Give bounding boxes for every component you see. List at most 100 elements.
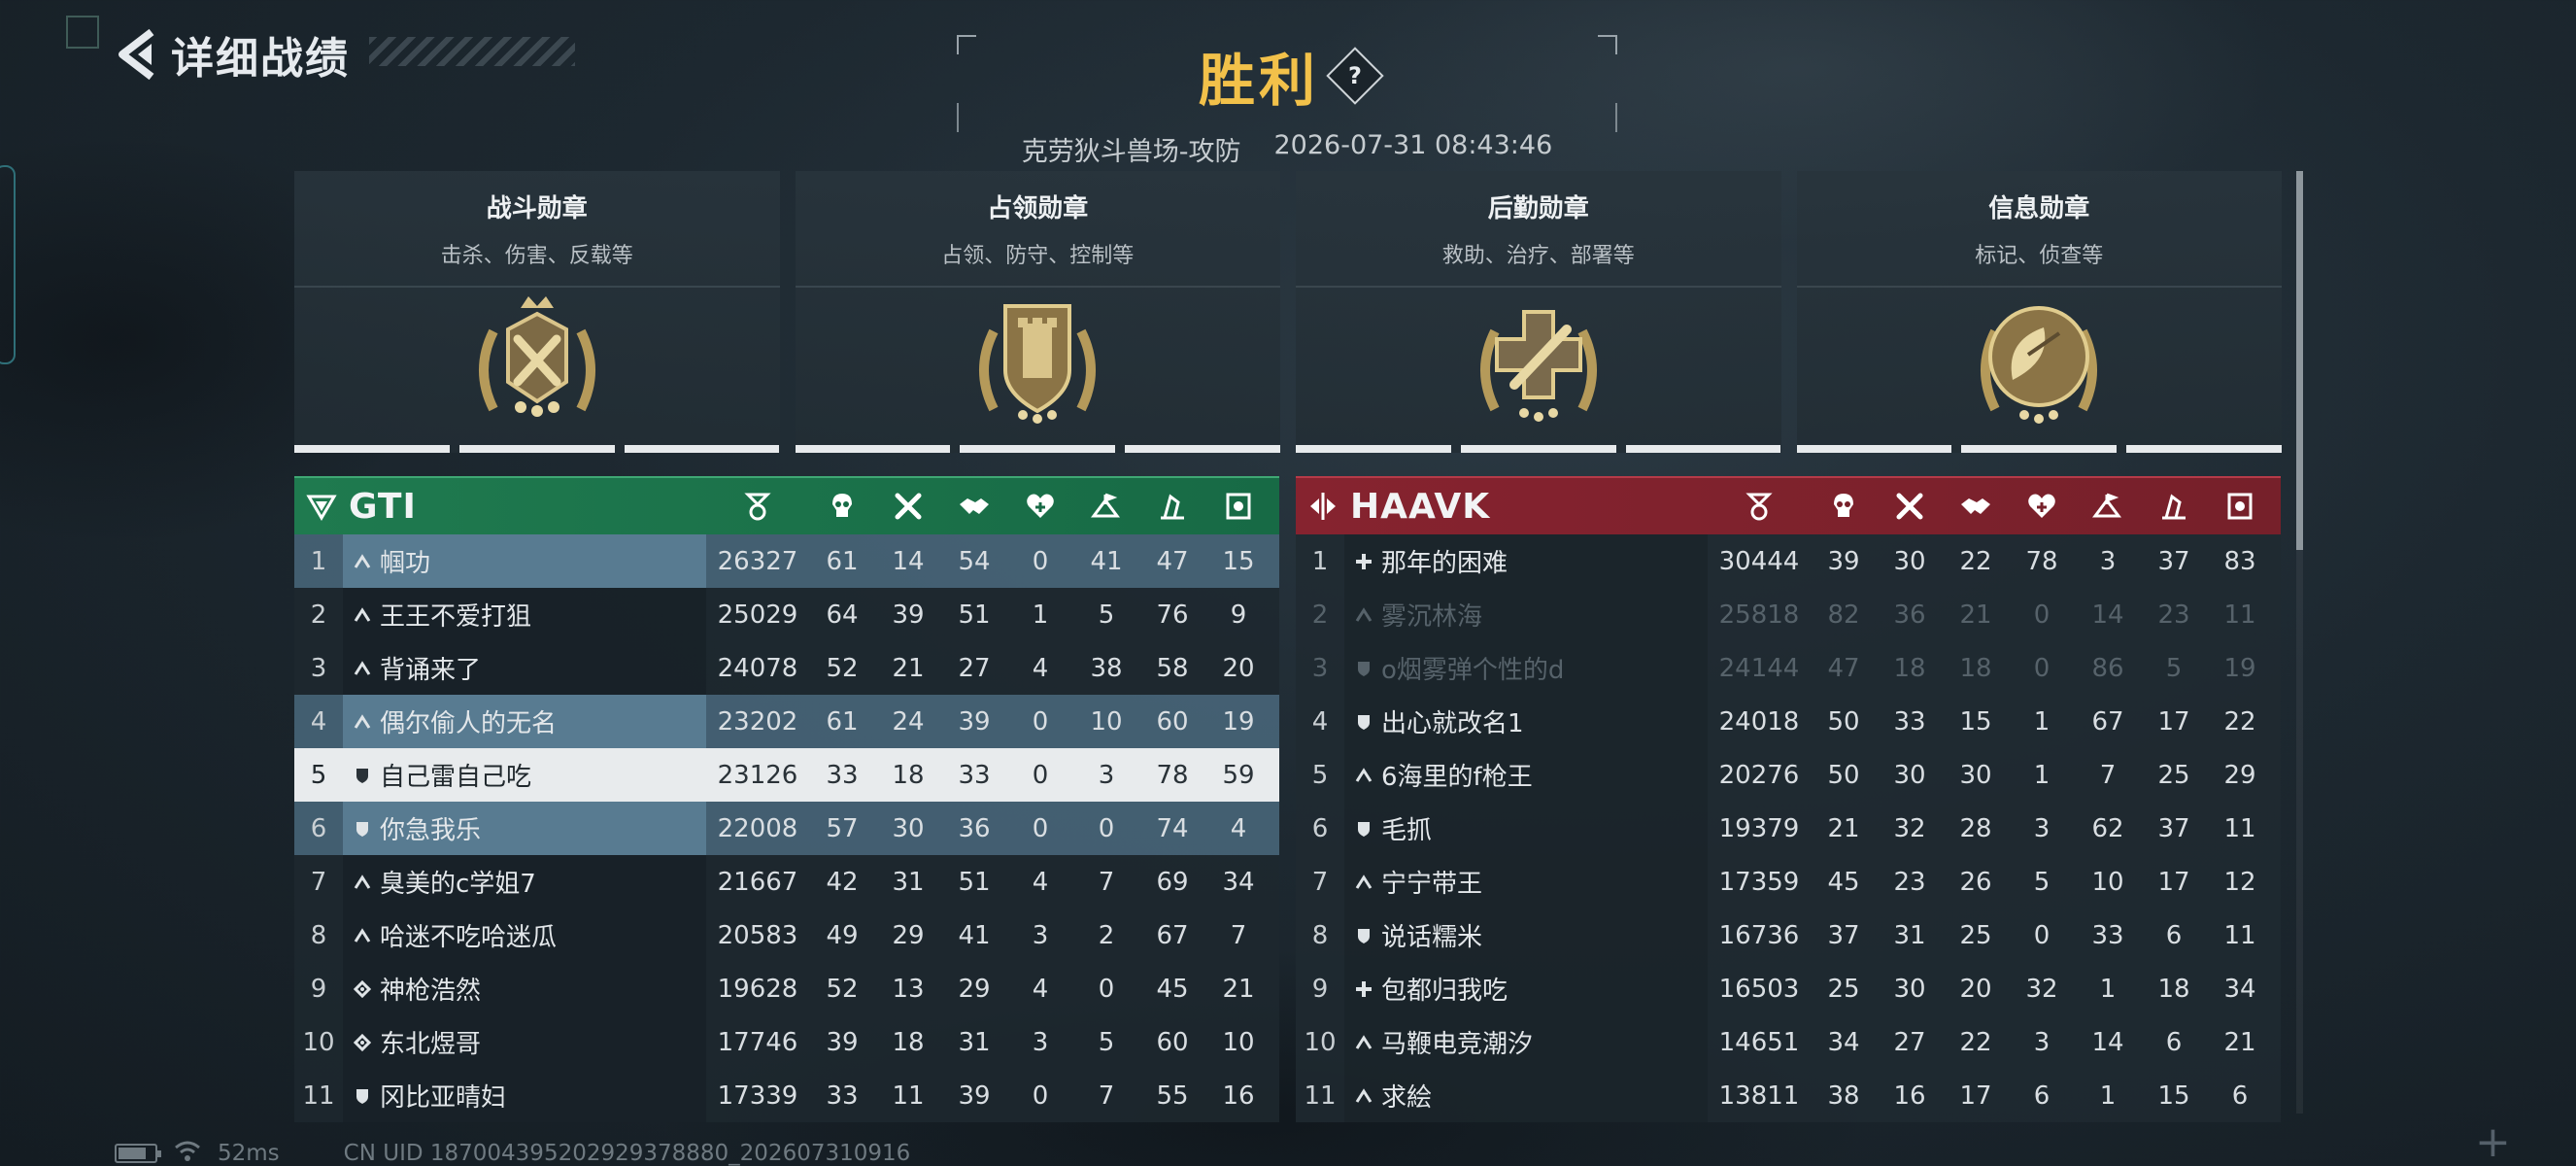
- player-cell[interactable]: 包都归我吃: [1344, 962, 1708, 1015]
- revives-value: 3: [1032, 1027, 1049, 1057]
- scrollbar[interactable]: [2296, 171, 2303, 1114]
- player-row[interactable]: 4 出心就改名1 24018 50 33 15 1 67 17 22: [1296, 695, 2281, 748]
- player-cell[interactable]: 哈迷不吃哈迷瓜: [343, 909, 706, 962]
- player-row[interactable]: 7 宁宁带王 17359 45 23 26 5 10 17 12: [1296, 855, 2281, 909]
- player-row[interactable]: 10 东北煜哥 17746 39 18 31 3 5 60 10: [294, 1015, 1279, 1069]
- captures-icon[interactable]: [2075, 491, 2141, 522]
- engineer-class-icon: [353, 1086, 372, 1106]
- player-cell[interactable]: 求絵: [1344, 1069, 1708, 1122]
- player-cell[interactable]: 雾沉林海: [1344, 588, 1708, 641]
- medal-card-intel[interactable]: 信息勋章 标记、侦查等: [1796, 171, 2282, 453]
- crossed-swords-medal-icon: [294, 288, 780, 433]
- medal-card-capture[interactable]: 占领勋章 占领、防守、控制等: [795, 171, 1280, 453]
- medal-card-logistics[interactable]: 后勤勋章 救助、治疗、部署等: [1296, 171, 1781, 453]
- rank: 2: [1311, 600, 1329, 630]
- deaths-value: 36: [1893, 600, 1926, 630]
- deaths-value: 39: [892, 600, 925, 630]
- deaths-value: 14: [892, 546, 925, 576]
- player-row[interactable]: 6 你急我乐 22008 57 30 36 0 0 74 4: [294, 802, 1279, 855]
- scrollbar-thumb[interactable]: [2296, 171, 2303, 550]
- player-row[interactable]: 5 自己雷自己吃 23126 33 18 33 0 3 78 59: [294, 748, 1279, 802]
- rank: 6: [1311, 813, 1329, 843]
- player-row[interactable]: 8 哈迷不吃哈迷瓜 20583 49 29 41 3 2 67 7: [294, 909, 1279, 962]
- kills-value: 82: [1827, 600, 1860, 630]
- player-row[interactable]: 6 毛抓 19379 21 32 28 3 62 37 11: [1296, 802, 2281, 855]
- player-row[interactable]: 11 求絵 13811 38 16 17 6 1 15 6: [1296, 1069, 2281, 1122]
- player-row[interactable]: 1 那年的困难 30444 39 30 22 78 3 37 83: [1296, 534, 2281, 588]
- player-row[interactable]: 3 背诵来了 24078 52 21 27 4 38 58 20: [294, 641, 1279, 695]
- logistics-icon[interactable]: [2141, 491, 2207, 522]
- player-row[interactable]: 9 包都归我吃 16503 25 30 20 32 1 18 34: [1296, 962, 2281, 1015]
- player-cell[interactable]: 毛抓: [1344, 802, 1708, 855]
- player-row[interactable]: 3 o烟雾弹个性的d 24144 47 18 18 0 86 5 19: [1296, 641, 2281, 695]
- player-name: 出心就改名1: [1381, 709, 1524, 738]
- logistics-icon[interactable]: [1139, 491, 1205, 522]
- recon-class-icon: [353, 1033, 372, 1052]
- score-icon[interactable]: [1708, 491, 1811, 522]
- back-button[interactable]: 详细战绩: [115, 23, 350, 86]
- player-row[interactable]: 5 6海里的f枪王 20276 50 30 30 1 7 25 29: [1296, 748, 2281, 802]
- deaths-icon[interactable]: [875, 491, 941, 522]
- status-bar: 52ms CN UID 187004395202929378880_202607…: [115, 1139, 910, 1166]
- assists-icon[interactable]: [941, 491, 1007, 522]
- player-row[interactable]: 4 偶尔偷人的无名 23202 61 24 39 0 10 60 19: [294, 695, 1279, 748]
- revives-value: 3: [1032, 920, 1049, 950]
- captures-icon[interactable]: [1073, 491, 1139, 522]
- player-name: 宁宁带王: [1381, 870, 1483, 899]
- player-cell[interactable]: o烟雾弹个性的d: [1344, 641, 1708, 695]
- assists-value: 25: [1959, 920, 1992, 950]
- player-row[interactable]: 8 说话糯米 16736 37 31 25 0 33 6 11: [1296, 909, 2281, 962]
- player-cell[interactable]: 那年的困难: [1344, 534, 1708, 588]
- captures-value: 14: [2091, 1027, 2124, 1057]
- player-cell[interactable]: 偶尔偷人的无名: [343, 695, 706, 748]
- side-drawer-tab[interactable]: [0, 165, 16, 364]
- assists-value: 27: [958, 653, 991, 683]
- player-cell[interactable]: 马鞭电竞潮汐: [1344, 1015, 1708, 1069]
- player-row[interactable]: 1 帼功 26327 61 14 54 0 41 47 15: [294, 534, 1279, 588]
- player-cell[interactable]: 宁宁带王: [1344, 855, 1708, 909]
- player-row[interactable]: 7 臭美的c学姐7 21667 42 31 51 4 7 69 34: [294, 855, 1279, 909]
- player-cell[interactable]: 6海里的f枪王: [1344, 748, 1708, 802]
- rank: 10: [1304, 1027, 1337, 1057]
- recon-class-icon: [353, 979, 372, 999]
- column-header-icons: [1708, 491, 2273, 522]
- assists-icon[interactable]: [1943, 491, 2009, 522]
- player-cell[interactable]: 帼功: [343, 534, 706, 588]
- captures-value: 86: [2091, 653, 2124, 683]
- kills-icon[interactable]: [809, 491, 875, 522]
- revives-value: 5: [2033, 867, 2051, 897]
- player-name: 求絵: [1381, 1083, 1433, 1113]
- player-row[interactable]: 11 冈比亚晴妇 17339 33 11 39 0 7 55 16: [294, 1069, 1279, 1122]
- player-cell[interactable]: 背诵来了: [343, 641, 706, 695]
- assists-value: 28: [1959, 813, 1992, 843]
- score-icon[interactable]: [706, 491, 809, 522]
- deaths-icon[interactable]: [1877, 491, 1943, 522]
- player-cell[interactable]: 自己雷自己吃: [343, 748, 706, 802]
- rank: 3: [1311, 653, 1329, 683]
- player-cell[interactable]: 你急我乐: [343, 802, 706, 855]
- player-row[interactable]: 9 神枪浩然 19628 52 13 29 4 0 45 21: [294, 962, 1279, 1015]
- player-row[interactable]: 10 马鞭电竞潮汐 14651 34 27 22 3 14 6 21: [1296, 1015, 2281, 1069]
- rank: 8: [1311, 920, 1329, 950]
- player-row[interactable]: 2 王王不爱打狙 25029 64 39 51 1 5 76 9: [294, 588, 1279, 641]
- revives-icon[interactable]: [1007, 491, 1073, 522]
- intel-icon[interactable]: [1205, 491, 1271, 522]
- player-cell[interactable]: 说话糯米: [1344, 909, 1708, 962]
- intel-value: 59: [1222, 760, 1255, 790]
- player-cell[interactable]: 神枪浩然: [343, 962, 706, 1015]
- kills-icon[interactable]: [1811, 491, 1877, 522]
- intel-icon[interactable]: [2207, 491, 2273, 522]
- player-cell[interactable]: 出心就改名1: [1344, 695, 1708, 748]
- player-cell[interactable]: 冈比亚晴妇: [343, 1069, 706, 1122]
- crosshair-decor: +: [2475, 1117, 2511, 1166]
- player-row[interactable]: 2 雾沉林海 25818 82 36 21 0 14 23 11: [1296, 588, 2281, 641]
- player-cell[interactable]: 王王不爱打狙: [343, 588, 706, 641]
- medic-class-icon: [1354, 979, 1373, 999]
- player-cell[interactable]: 东北煜哥: [343, 1015, 706, 1069]
- medal-card-combat[interactable]: 战斗勋章 击杀、伤害、反载等: [294, 171, 780, 453]
- help-button[interactable]: ?: [1326, 47, 1384, 105]
- help-icon: ?: [1348, 61, 1362, 89]
- player-cell[interactable]: 臭美的c学姐7: [343, 855, 706, 909]
- captures-value: 41: [1090, 546, 1123, 576]
- revives-icon[interactable]: [2009, 491, 2075, 522]
